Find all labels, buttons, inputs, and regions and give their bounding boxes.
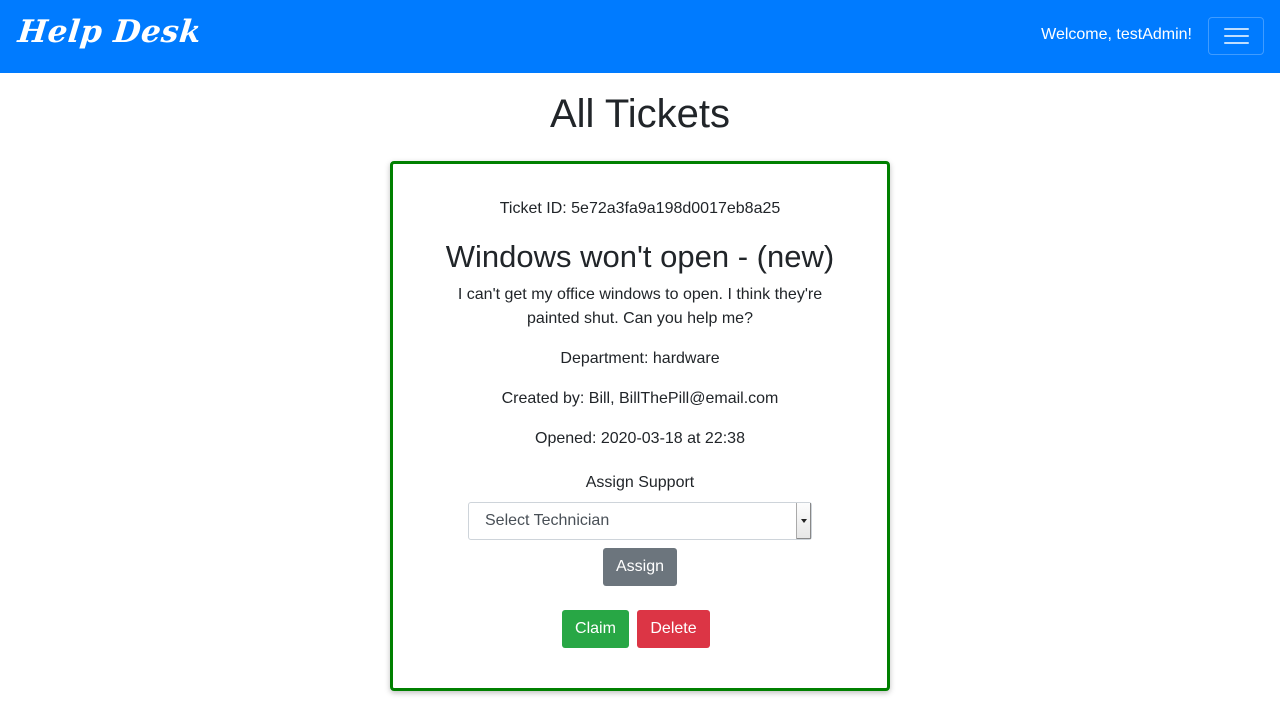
page-title: All Tickets <box>549 92 731 136</box>
ticket-description: I can't get my office windows to open. I… <box>457 286 823 327</box>
ticket-opened: Opened: 2020-03-18 at 22:38 <box>535 430 745 447</box>
technician-select-value: Select Technician <box>485 512 610 529</box>
dropdown-arrow-icon[interactable] <box>796 503 811 539</box>
ticket-card: Ticket ID: 5e72a3fa9a198d0017eb8a25 Wind… <box>390 161 890 691</box>
ticket-id: Ticket ID: 5e72a3fa9a198d0017eb8a25 <box>499 200 781 217</box>
ticket-created-by: Created by: Bill, BillThePill@email.com <box>501 390 779 407</box>
assign-support-label: Assign Support <box>585 474 695 491</box>
brand-logo[interactable]: Help Desk <box>16 14 203 50</box>
technician-select[interactable]: Select Technician <box>468 502 812 540</box>
welcome-message: Welcome, testAdmin! <box>1041 26 1192 43</box>
ticket-department: Department: hardware <box>560 350 720 367</box>
ticket-title: Windows won't open - (new) <box>445 239 835 274</box>
assign-button[interactable]: Assign <box>603 548 677 586</box>
delete-button[interactable]: Delete <box>637 610 710 648</box>
claim-button[interactable]: Claim <box>562 610 629 648</box>
navbar-toggle-button[interactable] <box>1208 17 1264 55</box>
navbar: Help Desk Welcome, testAdmin! <box>0 0 1280 73</box>
